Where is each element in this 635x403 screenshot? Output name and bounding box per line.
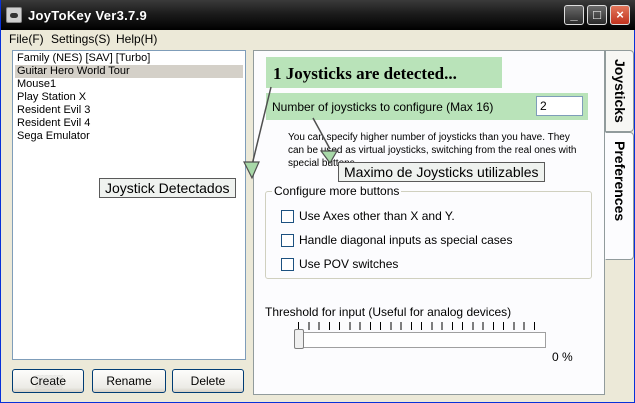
close-icon: × (616, 7, 624, 22)
threshold-slider-ticks (298, 322, 544, 330)
rename-button[interactable]: Rename (92, 369, 166, 393)
menu-help[interactable]: Help(H) (116, 32, 157, 46)
configure-buttons-group-title: Configure more buttons (272, 184, 402, 198)
menu-settings[interactable]: Settings(S) (51, 32, 110, 46)
profile-item[interactable]: Resident Evil 4 (15, 117, 243, 130)
menu-file[interactable]: File(F) (9, 32, 44, 46)
tab-joysticks-label: Joysticks (612, 59, 628, 123)
profile-item[interactable]: Mouse1 (15, 78, 243, 91)
profile-item-selected[interactable]: Guitar Hero World Tour (15, 65, 243, 78)
maximize-icon: □ (593, 7, 601, 22)
tab-joysticks[interactable]: Joysticks (605, 50, 634, 132)
pov-switches-checkbox[interactable] (281, 258, 294, 271)
tab-preferences-label: Preferences (612, 141, 628, 222)
delete-button[interactable]: Delete (172, 369, 244, 393)
threshold-slider-track[interactable] (299, 332, 546, 348)
window-title: JoyToKey Ver3.7.9 (28, 8, 148, 23)
minimize-button[interactable]: _ (564, 5, 584, 25)
profile-item[interactable]: Sega Emulator (15, 130, 243, 143)
diagonal-inputs-checkbox[interactable] (281, 234, 294, 247)
title-bar[interactable]: JoyToKey Ver3.7.9 _ □ × (1, 0, 635, 30)
annotation-max-joysticks: Maximo de Joysticks utilizables (338, 162, 545, 182)
annotation-joystick-detected: Joystick Detectados (99, 178, 236, 198)
profile-list[interactable]: Family (NES) [SAV] [Turbo] Guitar Hero W… (12, 50, 246, 360)
watermark-logo: ▒▒▒ (35, 374, 63, 389)
close-button[interactable]: × (610, 5, 630, 25)
joystick-app-icon (6, 7, 22, 23)
profile-item[interactable]: Resident Evil 3 (15, 104, 243, 117)
use-axes-label: Use Axes other than X and Y. (299, 209, 455, 223)
pov-switches-label: Use POV switches (299, 257, 399, 271)
joystick-count-label: Number of joysticks to configure (Max 16… (272, 100, 494, 114)
use-axes-checkbox[interactable] (281, 210, 294, 223)
threshold-label: Threshold for input (Useful for analog d… (265, 305, 512, 319)
vertical-tab-strip: Joysticks Preferences (605, 50, 634, 260)
maximize-button[interactable]: □ (587, 5, 607, 25)
joysticks-detected-text: 1 Joysticks are detected... (266, 57, 502, 88)
profile-item[interactable]: Play Station X (15, 91, 243, 104)
threshold-slider-thumb[interactable] (294, 329, 304, 349)
joytokey-window: JoyToKey Ver3.7.9 _ □ × File(F) Settings… (0, 0, 635, 403)
profile-item[interactable]: Family (NES) [SAV] [Turbo] (15, 52, 243, 65)
tab-preferences[interactable]: Preferences (605, 132, 634, 260)
minimize-icon: _ (570, 7, 578, 22)
joystick-count-row: Number of joysticks to configure (Max 16… (266, 93, 588, 120)
diagonal-inputs-label: Handle diagonal inputs as special cases (299, 233, 513, 247)
threshold-percent: 0 % (552, 350, 573, 364)
joystick-count-input[interactable] (536, 96, 583, 116)
menu-bar: File(F) Settings(S) Help(H) (1, 30, 634, 47)
